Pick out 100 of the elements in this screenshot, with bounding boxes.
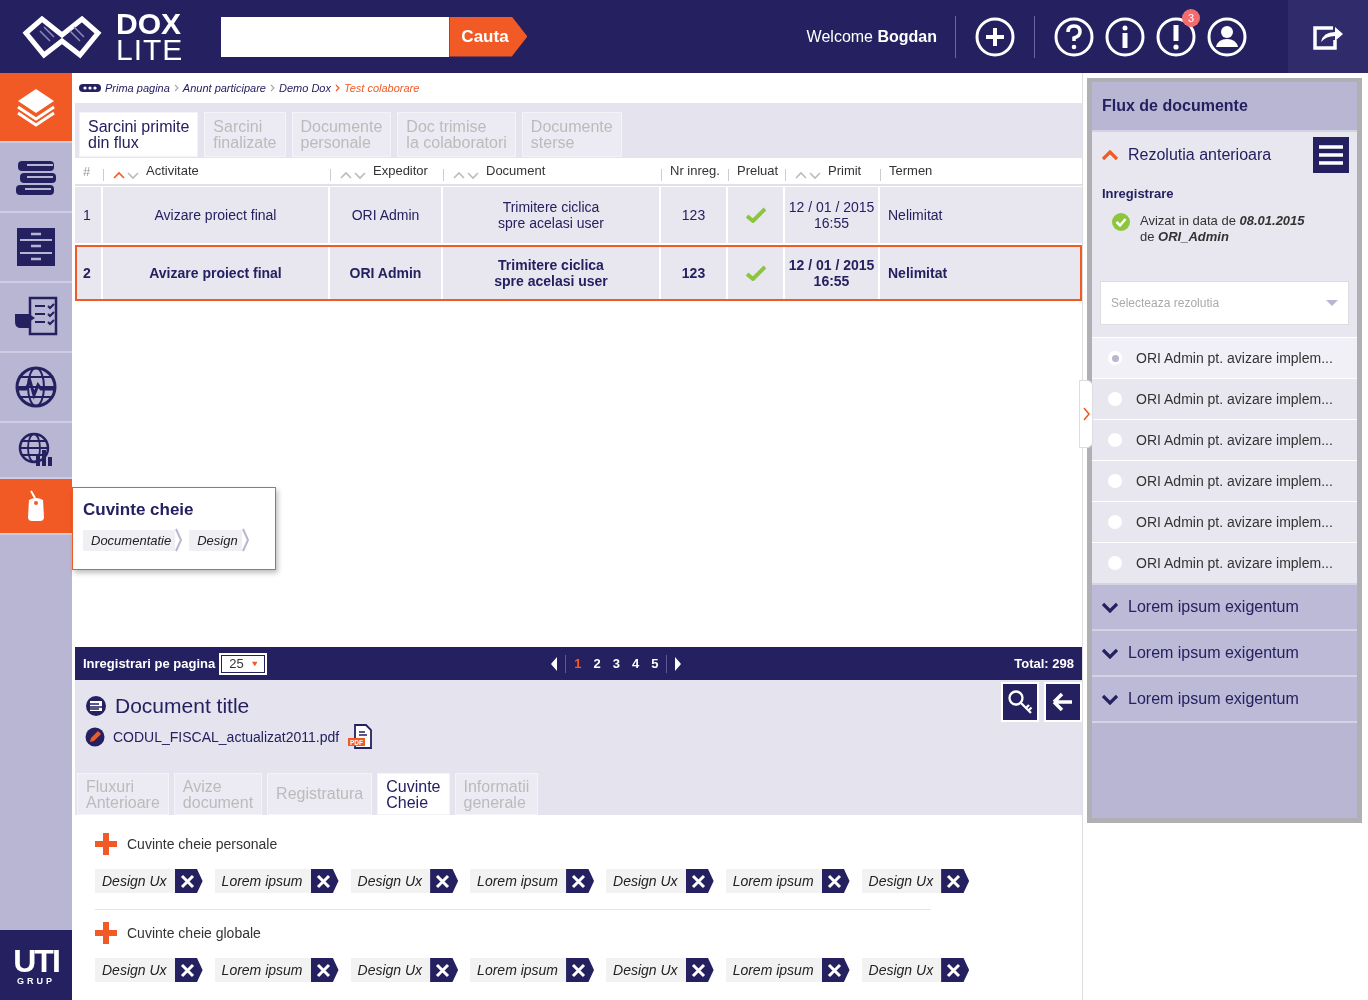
close-icon — [826, 962, 842, 978]
remove-tag-button[interactable] — [941, 869, 970, 893]
tab[interactable]: Sarcini primite din flux — [79, 112, 199, 157]
profile-button[interactable] — [1206, 15, 1248, 58]
remove-tag-button[interactable] — [174, 958, 203, 982]
user-icon — [1206, 15, 1248, 58]
table-cell: 2 — [75, 245, 103, 301]
radio-button[interactable] — [1108, 433, 1122, 447]
breadcrumb-link[interactable]: Test colaborare — [343, 82, 420, 94]
help-button[interactable] — [1053, 15, 1095, 58]
back-button[interactable] — [1044, 682, 1082, 722]
table-cell: 123 — [661, 245, 728, 301]
logout-button[interactable] — [1288, 0, 1368, 73]
chevron-down-icon[interactable] — [1102, 693, 1118, 705]
page-size-select[interactable]: 25 — [219, 652, 268, 675]
time-text: 16:55 — [813, 273, 850, 289]
logo-subtitle: LITE — [116, 36, 184, 62]
close-icon — [946, 873, 962, 889]
remove-tag-button[interactable] — [685, 869, 714, 893]
remove-tag-button[interactable] — [430, 869, 459, 893]
page-button[interactable]: 2 — [589, 656, 605, 671]
help-icon — [1053, 15, 1095, 58]
table-cell: ORI Admin — [330, 245, 443, 301]
column-header: # — [83, 163, 91, 179]
info-icon — [1104, 15, 1146, 58]
search-key-button[interactable] — [1001, 682, 1039, 722]
column-header[interactable]: Document — [486, 165, 546, 177]
table-cell: 1 — [75, 187, 103, 243]
table-cell: Trimitere ciclica spre acelasi user — [443, 187, 661, 243]
tab[interactable]: Cuvinte Cheie — [377, 773, 450, 815]
remove-tag-button[interactable] — [941, 958, 970, 982]
dropdown-icon — [251, 659, 258, 668]
panel-title: Flux de documente — [1102, 97, 1248, 115]
keyword-tag: Design Ux — [95, 958, 175, 982]
pencil-icon — [85, 727, 105, 747]
keyword-tag: Lorem ipsum — [470, 958, 567, 982]
close-icon — [946, 962, 962, 978]
remove-tag-button[interactable] — [566, 869, 595, 893]
radio-button[interactable] — [1108, 474, 1122, 488]
remove-tag-button[interactable] — [821, 869, 850, 893]
page-button[interactable]: 3 — [608, 656, 624, 671]
sort-icon[interactable] — [112, 169, 140, 181]
chevron-icon — [241, 528, 250, 552]
radio-button[interactable] — [1108, 351, 1122, 365]
add-button[interactable] — [974, 15, 1016, 58]
page-button[interactable]: 5 — [647, 656, 663, 671]
add-keyword-button[interactable] — [95, 922, 117, 944]
remove-tag-button[interactable] — [821, 958, 850, 982]
column-header[interactable]: Primit — [828, 165, 862, 177]
keyword-group-title: Cuvinte cheie personale — [127, 836, 278, 852]
keyword-tag: Design Ux — [606, 958, 686, 982]
status-text: Avizat in data de 08.01.2015 de ORI_Admin — [1140, 213, 1305, 245]
page-button[interactable]: 4 — [627, 656, 644, 671]
chevron-down-icon[interactable] — [1102, 601, 1118, 613]
column-header[interactable]: Activitate — [146, 165, 199, 177]
remove-tag-button[interactable] — [566, 958, 595, 982]
close-icon — [690, 962, 706, 978]
remove-tag-button[interactable] — [430, 958, 459, 982]
add-keyword-button[interactable] — [95, 833, 117, 855]
panel-toggle-handle[interactable] — [1079, 380, 1093, 448]
remove-tag-button[interactable] — [310, 869, 339, 893]
radio-button[interactable] — [1108, 556, 1122, 570]
remove-tag-button[interactable] — [310, 958, 339, 982]
breadcrumb-link[interactable]: Demo Dox — [279, 82, 331, 94]
cabinet-icon — [15, 226, 57, 268]
alert-icon — [1155, 15, 1197, 58]
chevron-up-icon[interactable] — [1102, 149, 1118, 161]
plus-icon — [974, 15, 1016, 58]
document-icon — [85, 695, 107, 717]
close-icon — [315, 873, 331, 889]
tag-icon — [25, 490, 47, 522]
column-header[interactable]: Expeditor — [373, 165, 428, 177]
column-header: Termen — [889, 165, 933, 177]
company-logo-subtitle: GRUP — [17, 976, 55, 986]
resolution-option[interactable]: ORI Admin pt. avizare implem... — [1092, 337, 1357, 378]
breadcrumb-link[interactable]: Anunt participare — [182, 82, 266, 94]
search-field[interactable] — [221, 16, 450, 57]
welcome-text: Welcome Bogdan — [806, 27, 937, 46]
radio-button[interactable] — [1108, 392, 1122, 406]
close-icon — [435, 962, 451, 978]
keyword-tag: Lorem ipsum — [725, 869, 822, 893]
chevron-down-icon[interactable] — [1102, 647, 1118, 659]
time-text: 16:55 — [813, 215, 849, 231]
page-size-label: Inregistrari pe pagina — [83, 656, 216, 671]
file-link[interactable]: CODUL_FISCAL_actualizat2011.pdf — [113, 729, 340, 745]
radio-button[interactable] — [1108, 515, 1122, 529]
back-arrow-icon — [1052, 692, 1074, 712]
keyword-tag: Design Ux — [861, 869, 942, 893]
notifications-button[interactable] — [1155, 15, 1197, 58]
breadcrumb-link[interactable]: Prima pagina — [105, 82, 170, 94]
remove-tag-button[interactable] — [174, 869, 203, 893]
page-button[interactable]: 1 — [570, 656, 586, 671]
keyword-tag: Design Ux — [350, 958, 431, 982]
document-title: Document title — [115, 694, 250, 718]
menu-button[interactable] — [1313, 137, 1349, 173]
remove-tag-button[interactable] — [685, 958, 714, 982]
column-header: Nr inreg. — [670, 165, 720, 177]
info-button[interactable] — [1104, 15, 1146, 58]
section-title[interactable]: Rezolutia anterioara — [1128, 146, 1272, 164]
chevron-icon — [175, 528, 184, 552]
